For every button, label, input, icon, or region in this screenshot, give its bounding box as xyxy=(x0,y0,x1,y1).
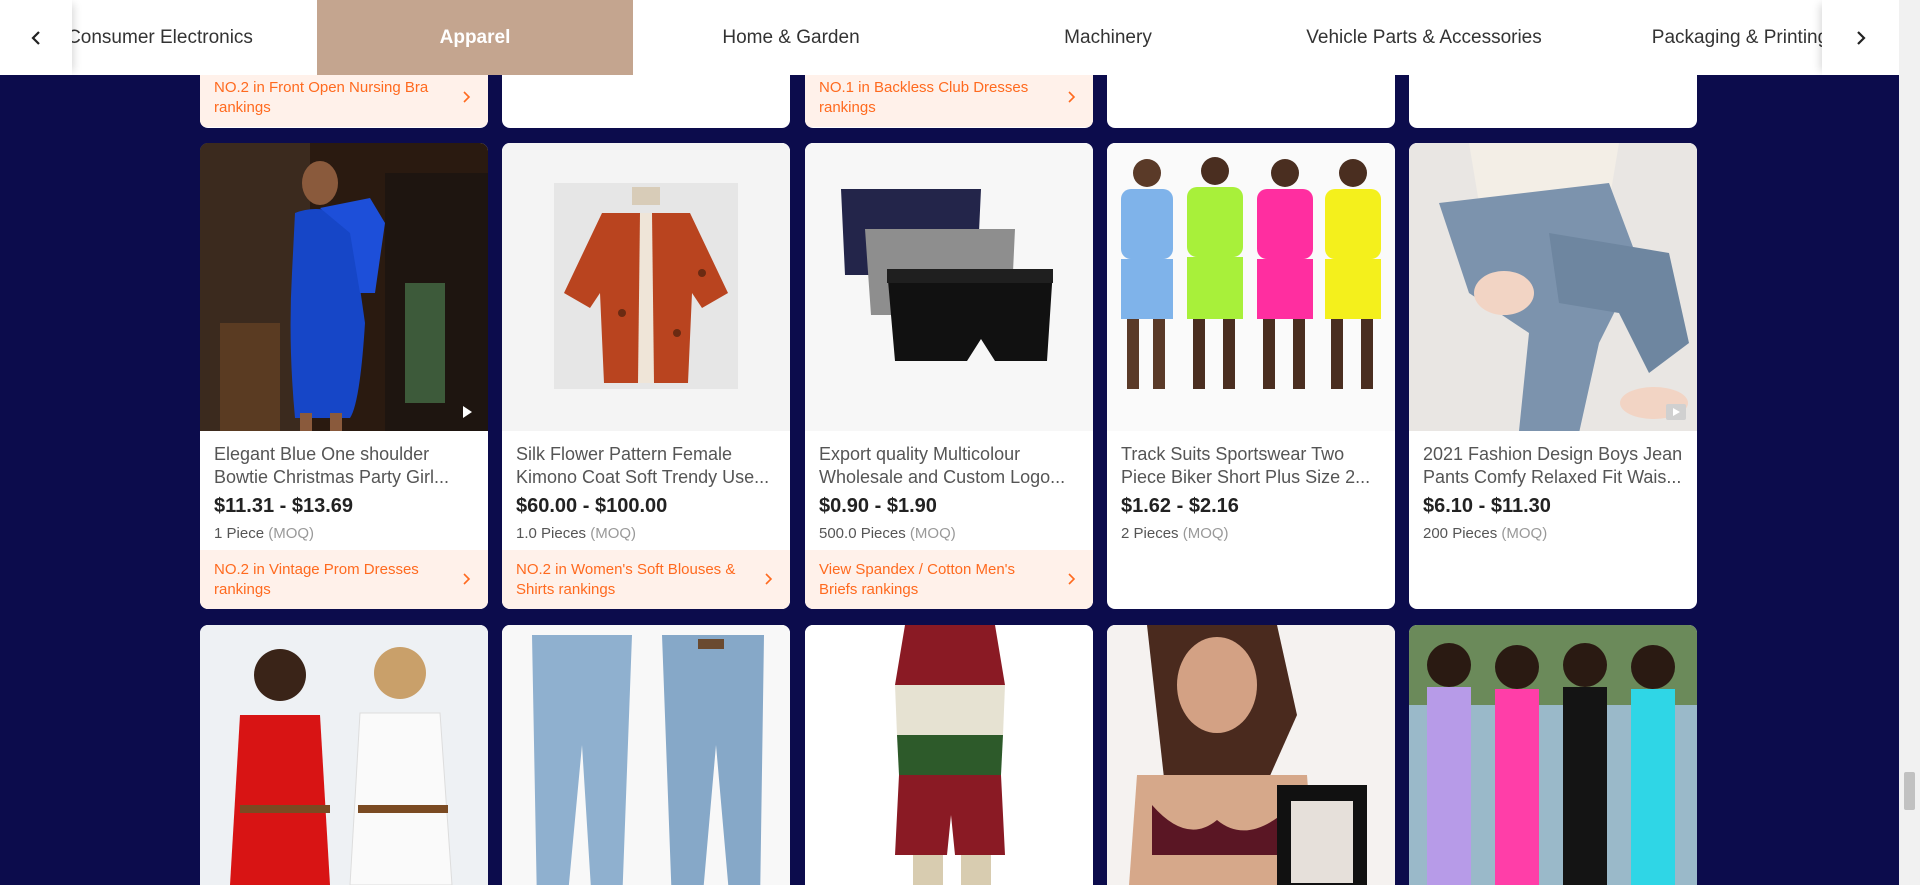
ranking-link[interactable]: NO.2 in Front Open Nursing Bra rankings xyxy=(200,68,488,127)
ranking-link[interactable]: NO.2 in Vintage Prom Dresses rankings xyxy=(200,550,488,609)
product-card[interactable]: Silk Flower Pattern Female Kimono Coat S… xyxy=(502,143,790,609)
ranking-text: NO.2 in Front Open Nursing Bra rankings xyxy=(214,79,429,116)
product-card-bottom-4[interactable] xyxy=(1107,625,1395,885)
product-card[interactable]: Export quality Multicolour Wholesale and… xyxy=(805,143,1093,609)
chevron-right-icon xyxy=(765,573,773,585)
product-title[interactable]: Export quality Multicolour Wholesale and… xyxy=(819,443,1081,489)
product-title[interactable]: Elegant Blue One shoulder Bowtie Christm… xyxy=(214,443,476,489)
product-price: $1.62 - $2.16 xyxy=(1121,495,1239,517)
product-image[interactable] xyxy=(502,625,790,885)
next-category-button[interactable] xyxy=(1822,0,1899,75)
chevron-left-icon xyxy=(31,30,40,45)
product-image[interactable] xyxy=(805,625,1093,885)
product-card[interactable]: Track Suits Sportswear Two Piece Biker S… xyxy=(1107,143,1395,609)
chevron-right-icon xyxy=(1856,30,1866,45)
product-image[interactable] xyxy=(200,625,488,885)
product-title[interactable]: 2021 Fashion Design Boys Jean Pants Comf… xyxy=(1423,443,1685,489)
tab-vehicle-parts[interactable]: Vehicle Parts & Accessories xyxy=(1266,0,1582,75)
category-bar: Consumer Electronics Apparel Home & Gard… xyxy=(0,0,1899,75)
ranking-text: NO.2 in Vintage Prom Dresses rankings xyxy=(214,561,419,598)
chevron-right-icon xyxy=(1068,573,1076,585)
tab-apparel[interactable]: Apparel xyxy=(317,0,633,75)
product-card-bottom-3[interactable] xyxy=(805,625,1093,885)
play-icon xyxy=(1665,403,1687,421)
product-price: $60.00 - $100.00 xyxy=(516,495,668,517)
product-card-bottom-1[interactable] xyxy=(200,625,488,885)
product-image[interactable] xyxy=(1107,143,1395,431)
chevron-right-icon xyxy=(1068,91,1076,103)
product-title[interactable]: Silk Flower Pattern Female Kimono Coat S… xyxy=(516,443,778,489)
chevron-right-icon xyxy=(463,573,471,585)
product-moq: 1.0 Pieces (MOQ) xyxy=(516,525,637,542)
ranking-link[interactable]: View Spandex / Cotton Men's Briefs ranki… xyxy=(805,550,1093,609)
product-image[interactable] xyxy=(502,143,790,431)
product-image[interactable] xyxy=(805,143,1093,431)
product-image[interactable] xyxy=(1107,625,1395,885)
product-price: $6.10 - $11.30 xyxy=(1423,495,1551,517)
play-icon xyxy=(456,403,478,421)
ranking-link[interactable]: NO.1 in Backless Club Dresses rankings xyxy=(805,68,1093,127)
ranking-text: NO.2 in Women's Soft Blouses & Shirts ra… xyxy=(516,561,736,598)
ranking-link[interactable]: NO.2 in Women's Soft Blouses & Shirts ra… xyxy=(502,550,790,609)
scrollbar-thumb[interactable] xyxy=(1904,772,1915,810)
ranking-text: NO.1 in Backless Club Dresses rankings xyxy=(819,79,1029,116)
product-moq: 200 Pieces (MOQ) xyxy=(1423,525,1548,542)
product-title[interactable]: Track Suits Sportswear Two Piece Biker S… xyxy=(1121,443,1383,489)
tab-machinery[interactable]: Machinery xyxy=(950,0,1266,75)
product-moq: 2 Pieces (MOQ) xyxy=(1121,525,1229,542)
product-card[interactable]: Elegant Blue One shoulder Bowtie Christm… xyxy=(200,143,488,609)
tab-home-garden[interactable]: Home & Garden xyxy=(633,0,949,75)
ranking-text: View Spandex / Cotton Men's Briefs ranki… xyxy=(819,561,1016,598)
prev-category-button[interactable] xyxy=(0,0,72,75)
product-price: $11.31 - $13.69 xyxy=(214,495,354,517)
product-image[interactable] xyxy=(200,143,488,431)
product-image[interactable] xyxy=(1409,143,1697,431)
chevron-right-icon xyxy=(463,91,471,103)
product-price: $0.90 - $1.90 xyxy=(819,495,937,517)
product-image[interactable] xyxy=(1409,625,1697,885)
product-card-bottom-5[interactable] xyxy=(1409,625,1697,885)
product-card[interactable]: 2021 Fashion Design Boys Jean Pants Comf… xyxy=(1409,143,1697,609)
page-scrollbar[interactable] xyxy=(1899,0,1920,885)
product-card-bottom-2[interactable] xyxy=(502,625,790,885)
product-moq: 1 Piece (MOQ) xyxy=(214,525,315,542)
product-moq: 500.0 Pieces (MOQ) xyxy=(819,525,956,542)
